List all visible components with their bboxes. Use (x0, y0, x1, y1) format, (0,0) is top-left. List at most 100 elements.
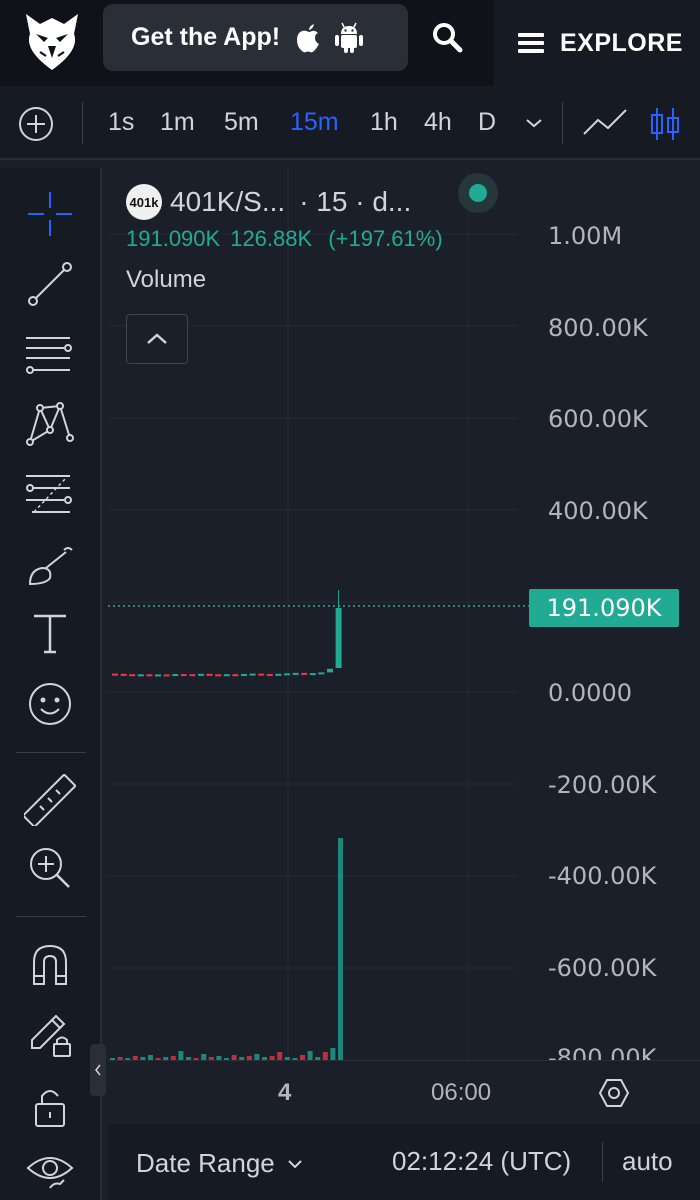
price-candle (309, 673, 316, 676)
date-range-dropdown[interactable]: Date Range (136, 1148, 303, 1179)
chevron-down-icon (288, 1159, 302, 1168)
price-candle (223, 674, 230, 677)
coin-logo-icon: 401k (126, 184, 162, 220)
price-candle (275, 673, 282, 676)
magnet-icon (33, 944, 67, 985)
apple-icon (297, 23, 320, 52)
symbol-name[interactable]: 401K/S... (170, 186, 285, 218)
time-axis[interactable]: 4 06:00 (108, 1060, 700, 1124)
search-icon (433, 23, 463, 53)
price-candle (249, 673, 256, 676)
emoji-tool[interactable] (24, 678, 76, 730)
interval-exchange: · 15 · d... (299, 186, 412, 217)
date-range-label: Date Range (136, 1148, 275, 1178)
price-candle (258, 673, 265, 676)
get-app-button[interactable]: Get the App! (103, 4, 408, 71)
chevron-up-icon (147, 333, 167, 344)
android-icon (335, 22, 364, 53)
eye-icon (26, 1157, 74, 1189)
fib-retracement-icon (26, 475, 72, 513)
collapse-legend-button[interactable] (126, 314, 188, 364)
timeframe-5m[interactable]: 5m (224, 108, 259, 137)
hide-drawings-tool[interactable] (24, 1144, 76, 1196)
zoom-tool[interactable] (24, 842, 76, 894)
horizontal-lines-tool[interactable] (24, 328, 76, 380)
hamburger-menu-icon (518, 33, 544, 53)
timeframe-15m[interactable]: 15m (290, 108, 339, 137)
timeframe-d[interactable]: D (478, 108, 496, 137)
legend-values: 191.090K 126.88K (+197.61%) (126, 226, 443, 252)
lock-drawing-tool[interactable] (24, 1008, 76, 1060)
brush-icon (28, 547, 73, 586)
brush-tool[interactable] (24, 538, 76, 590)
price-candle (163, 674, 170, 677)
last-price-tag: 191.090K (529, 589, 679, 627)
live-status-indicator (458, 173, 498, 213)
fib-retracement-tool[interactable] (24, 468, 76, 520)
timeframe-4h[interactable]: 4h (424, 108, 452, 137)
timeframe-1m[interactable]: 1m (160, 108, 195, 137)
price-candle (206, 673, 213, 676)
hexagon-settings-icon (598, 1079, 630, 1107)
price-candle (292, 672, 299, 675)
price-candle (327, 668, 333, 673)
volume-bar (338, 838, 343, 1060)
toolbar-divider (82, 102, 83, 144)
explore-menu-button[interactable]: EXPLORE (494, 0, 700, 86)
crosshair-tool[interactable] (24, 188, 76, 240)
change-value: 126.88K (230, 226, 313, 251)
price-candle (155, 674, 161, 677)
search-button[interactable] (430, 20, 464, 54)
y-axis-label: -600.00K (548, 954, 657, 982)
auto-scale-toggle[interactable]: auto (622, 1146, 673, 1177)
tools-divider (16, 916, 86, 917)
crosshair-icon (28, 192, 72, 236)
owl-logo-icon[interactable] (22, 10, 82, 72)
price-candle (318, 672, 325, 675)
measure-tool[interactable] (21, 773, 77, 829)
bottom-bar-divider (602, 1142, 603, 1182)
last-value: 191.090K (126, 226, 221, 251)
volume-bar (277, 1052, 283, 1060)
price-candle (120, 673, 127, 676)
timeframe-dropdown[interactable] (524, 116, 544, 135)
utc-clock[interactable]: 02:12:24 (UTC) (392, 1146, 571, 1177)
lock-all-tool[interactable] (24, 1080, 76, 1132)
text-tool[interactable] (24, 608, 76, 660)
add-symbol-button[interactable] (18, 106, 54, 142)
unlock-icon (35, 1090, 65, 1127)
timeframe-1s[interactable]: 1s (108, 108, 134, 137)
timeframe-1h[interactable]: 1h (370, 108, 398, 137)
change-percent: (+197.61%) (328, 226, 443, 251)
price-candle (241, 673, 247, 676)
volume-bar (330, 1048, 336, 1060)
pencil-lock-icon (31, 1014, 71, 1057)
magnet-tool[interactable] (24, 938, 76, 990)
price-candle (137, 674, 144, 677)
y-axis-label: -200.00K (548, 771, 657, 799)
tools-divider (16, 752, 86, 753)
price-candle (180, 674, 187, 677)
line-chart-button[interactable] (582, 108, 628, 143)
volume-bar (307, 1051, 313, 1060)
y-axis-label: -400.00K (548, 862, 657, 890)
price-candle (146, 674, 153, 677)
price-candle (284, 673, 290, 676)
price-candle (198, 673, 204, 676)
collapse-toolbar-handle[interactable] (90, 1044, 106, 1096)
price-candle (189, 674, 196, 677)
indicator-label: Volume (126, 266, 207, 293)
price-candle (266, 674, 273, 677)
time-label-hour: 06:00 (431, 1079, 492, 1106)
price-candle (215, 674, 222, 677)
y-axis-label: 0.0000 (548, 679, 632, 707)
price-candle (129, 674, 136, 677)
trend-line-tool[interactable] (24, 258, 76, 310)
zoom-in-icon (30, 848, 70, 888)
pattern-tool[interactable] (24, 398, 76, 450)
chart-settings-button[interactable] (598, 1077, 630, 1114)
ruler-icon (21, 773, 77, 829)
time-label-day: 4 (278, 1079, 292, 1106)
chart-pane[interactable]: 401k 401K/S... · 15 · d... 191.090K 126.8… (108, 168, 700, 1072)
candlestick-chart-button[interactable] (650, 106, 680, 147)
